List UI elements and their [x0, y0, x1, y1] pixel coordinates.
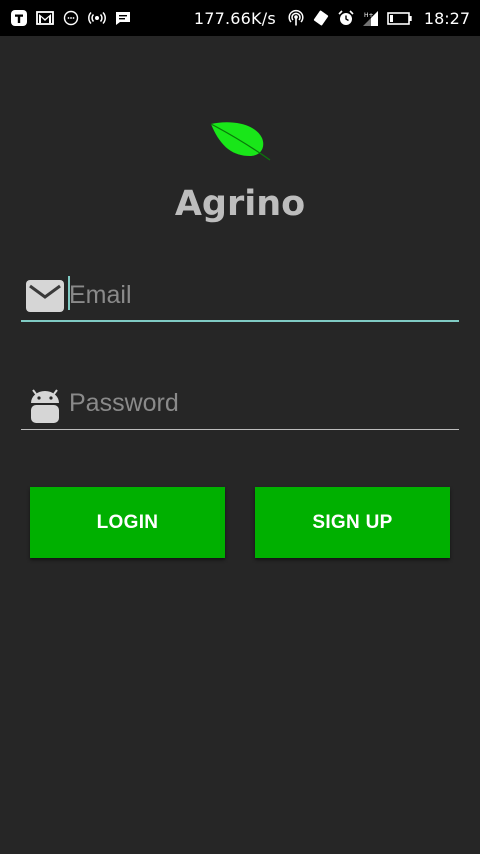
chat-bubble-icon	[62, 9, 80, 27]
login-button[interactable]: LOGIN	[30, 487, 225, 558]
broadcast-icon	[88, 9, 106, 27]
hotspot-icon	[287, 9, 305, 27]
email-input[interactable]	[69, 274, 449, 316]
alarm-icon	[337, 9, 355, 27]
vibrate-icon	[312, 9, 330, 27]
status-bar-system: 177.66K/s H+ 18:27	[194, 9, 470, 28]
leaf-icon	[210, 122, 271, 161]
gmail-icon	[36, 9, 54, 27]
app-logo	[208, 120, 272, 162]
status-bar-notifications	[10, 9, 132, 27]
message-icon	[114, 9, 132, 27]
status-bar: 177.66K/s H+ 18:27	[0, 0, 480, 36]
password-input[interactable]	[69, 382, 449, 424]
t-app-icon	[10, 9, 28, 27]
battery-icon	[387, 9, 413, 27]
email-field[interactable]	[21, 272, 459, 322]
svg-text:H+: H+	[364, 12, 374, 19]
android-icon	[24, 383, 66, 425]
app-title: Agrino	[174, 184, 306, 224]
clock-time: 18:27	[423, 8, 470, 28]
signal-icon: H+	[362, 9, 380, 27]
password-field[interactable]	[21, 380, 459, 430]
network-speed: 177.66K/s	[193, 8, 276, 28]
sign-up-button[interactable]: SIGN UP	[255, 487, 450, 558]
mail-icon	[24, 275, 66, 317]
